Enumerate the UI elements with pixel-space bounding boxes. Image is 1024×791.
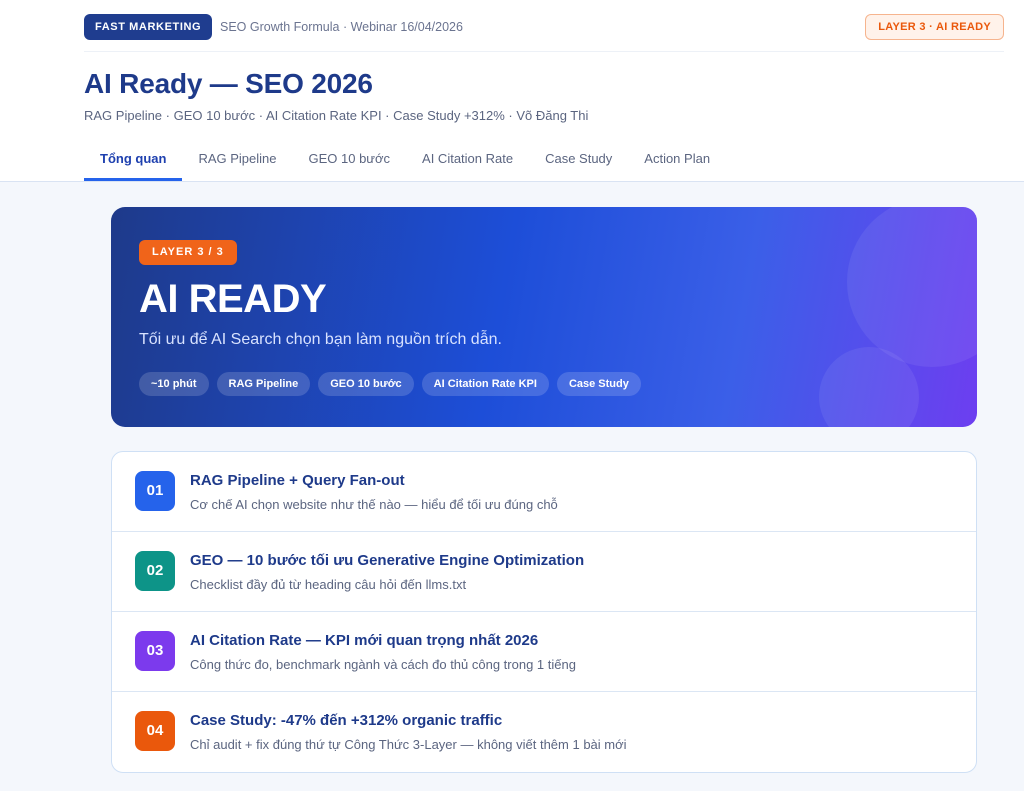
hero-layer-badge: LAYER 3 / 3 (139, 240, 237, 265)
divider (84, 51, 1004, 52)
tab-case-study[interactable]: Case Study (529, 140, 628, 181)
list-item-title: GEO — 10 bước tối ưu Generative Engine O… (190, 552, 585, 569)
hero-title: AI READY (139, 277, 327, 321)
list-item-title: AI Citation Rate — KPI mới quan trọng nh… (190, 632, 539, 649)
chip-ai-citation-rate-kpi: AI Citation Rate KPI (421, 372, 549, 396)
list-item[interactable]: 02 GEO — 10 bước tối ưu Generative Engin… (112, 532, 976, 612)
page-title: AI Ready — SEO 2026 (84, 68, 373, 99)
layer-badge: LAYER 3 · AI READY (865, 14, 1004, 40)
list-item-title: RAG Pipeline + Query Fan-out (190, 472, 405, 489)
top-bar: FAST MARKETING SEO Growth Formula · Webi… (84, 14, 1004, 42)
list-item-title: Case Study: -47% đến +312% organic traff… (190, 712, 503, 729)
tab-action-plan[interactable]: Action Plan (628, 140, 726, 181)
list-item-description: Cơ chế AI chọn website như thế nào — hiể… (190, 497, 558, 512)
section-number-badge: 01 (135, 471, 175, 511)
list-item-description: Checklist đầy đủ từ heading câu hỏi đến … (190, 577, 467, 592)
hero-subtitle: Tối ưu để AI Search chọn bạn làm nguồn t… (139, 331, 502, 348)
tab-overview[interactable]: Tổng quan (84, 140, 183, 181)
webinar-meta: SEO Growth Formula · Webinar 16/04/2026 (220, 20, 463, 34)
section-number-badge: 03 (135, 631, 175, 671)
chip-geo-10-steps: GEO 10 bước (318, 372, 414, 396)
list-item-description: Chỉ audit + fix đúng thứ tự Công Thức 3-… (190, 737, 627, 752)
chip-rag-pipeline: RAG Pipeline (216, 372, 311, 396)
hero-chips: ~10 phút RAG Pipeline GEO 10 bước AI Cit… (139, 372, 641, 396)
page-header: FAST MARKETING SEO Growth Formula · Webi… (0, 0, 1024, 182)
page-subtitle: RAG Pipeline · GEO 10 bước · AI Citation… (84, 108, 589, 123)
list-item[interactable]: 03 AI Citation Rate — KPI mới quan trọng… (112, 612, 976, 692)
section-list: 01 RAG Pipeline + Query Fan-out Cơ chế A… (111, 451, 977, 773)
section-number-badge: 02 (135, 551, 175, 591)
tab-geo-10-steps[interactable]: GEO 10 bước (292, 140, 406, 181)
chip-duration: ~10 phút (139, 372, 209, 396)
decorative-circle (847, 207, 977, 367)
list-item-description: Công thức đo, benchmark ngành và cách đo… (190, 657, 576, 672)
chip-case-study: Case Study (556, 372, 641, 396)
tab-rag-pipeline[interactable]: RAG Pipeline (182, 140, 292, 181)
tab-ai-citation-rate[interactable]: AI Citation Rate (406, 140, 529, 181)
brand-badge[interactable]: FAST MARKETING (84, 14, 213, 40)
section-number-badge: 04 (135, 711, 175, 751)
hero-banner: LAYER 3 / 3 AI READY Tối ưu để AI Search… (111, 207, 977, 427)
list-item[interactable]: 04 Case Study: -47% đến +312% organic tr… (112, 692, 976, 772)
list-item[interactable]: 01 RAG Pipeline + Query Fan-out Cơ chế A… (112, 452, 976, 532)
tab-bar: Tổng quan RAG Pipeline GEO 10 bước AI Ci… (84, 140, 726, 182)
